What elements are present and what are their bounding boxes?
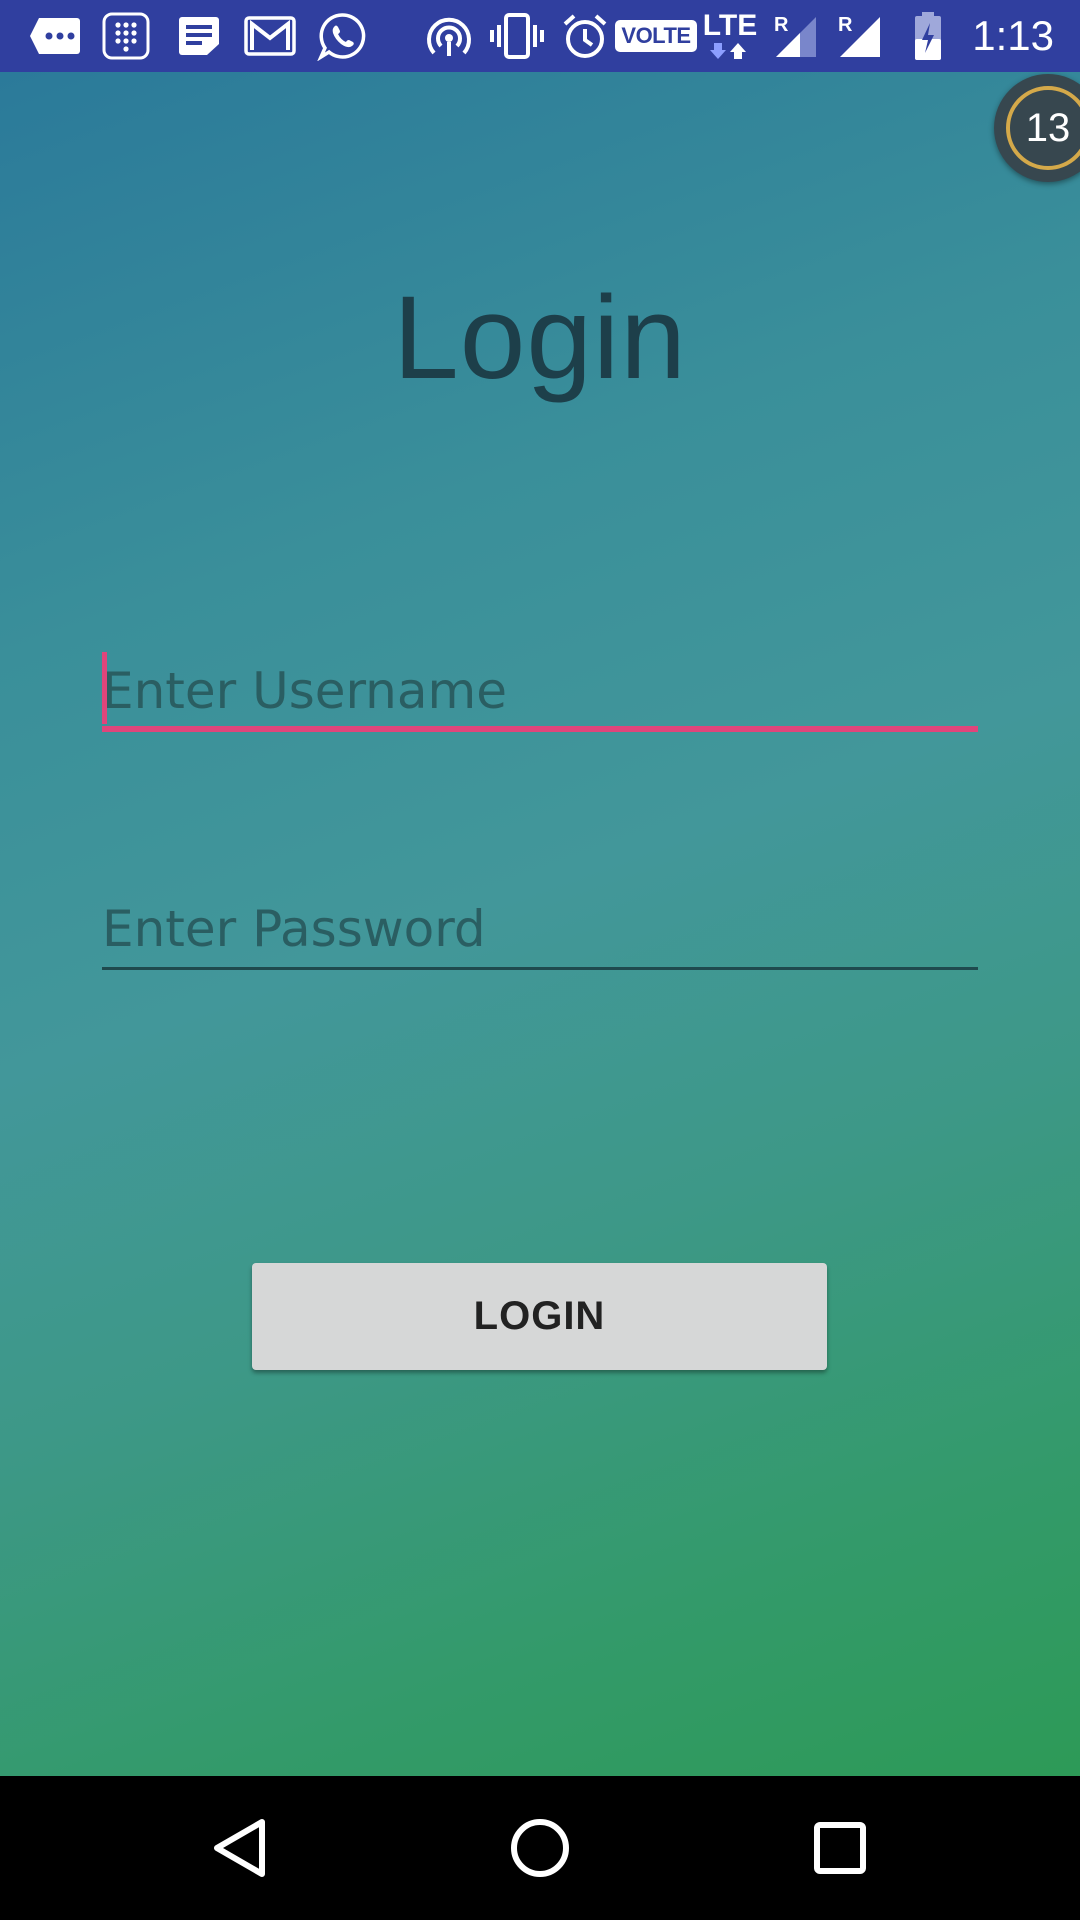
password-input[interactable]	[102, 890, 978, 968]
username-field-container	[102, 652, 978, 732]
hotspot-icon	[424, 0, 474, 72]
floating-chat-head[interactable]: 13	[994, 74, 1080, 182]
username-input[interactable]	[102, 652, 978, 730]
roaming-indicator: R	[838, 14, 853, 36]
home-icon	[511, 1819, 569, 1877]
status-bar: VOLTE LTE R R 1:13	[0, 0, 1080, 72]
gmail-icon	[244, 0, 296, 72]
back-icon	[214, 1819, 265, 1877]
volte-badge: VOLTE	[615, 20, 697, 52]
volte-icon: VOLTE	[615, 0, 697, 72]
dialpad-icon	[102, 0, 150, 72]
lte-icon: LTE	[702, 0, 758, 72]
recents-icon	[814, 1822, 866, 1874]
notes-icon	[176, 0, 222, 72]
battery-charging-icon	[910, 0, 946, 72]
text-cursor	[102, 652, 107, 724]
page-title: Login	[393, 272, 687, 404]
password-underline	[102, 967, 978, 970]
status-clock: 1:13	[972, 12, 1054, 59]
vibrate-icon	[490, 0, 544, 72]
navigation-bar	[0, 1776, 1080, 1920]
login-button[interactable]: LOGIN	[252, 1263, 827, 1370]
network-type: LTE	[702, 9, 758, 42]
back-button[interactable]	[160, 1776, 320, 1920]
alarm-icon	[562, 0, 608, 72]
password-field-container	[102, 890, 978, 970]
signal-icon: R	[770, 0, 820, 72]
roaming-indicator: R	[774, 14, 789, 36]
username-underline	[102, 726, 978, 732]
signal-icon: R	[834, 0, 884, 72]
login-screen: 13 Login LOGIN	[0, 72, 1080, 1776]
whatsapp-icon	[316, 0, 368, 72]
badge-count: 13	[1006, 86, 1080, 170]
recents-button[interactable]	[760, 1776, 920, 1920]
home-button[interactable]	[460, 1776, 620, 1920]
message-more-icon	[28, 0, 82, 72]
